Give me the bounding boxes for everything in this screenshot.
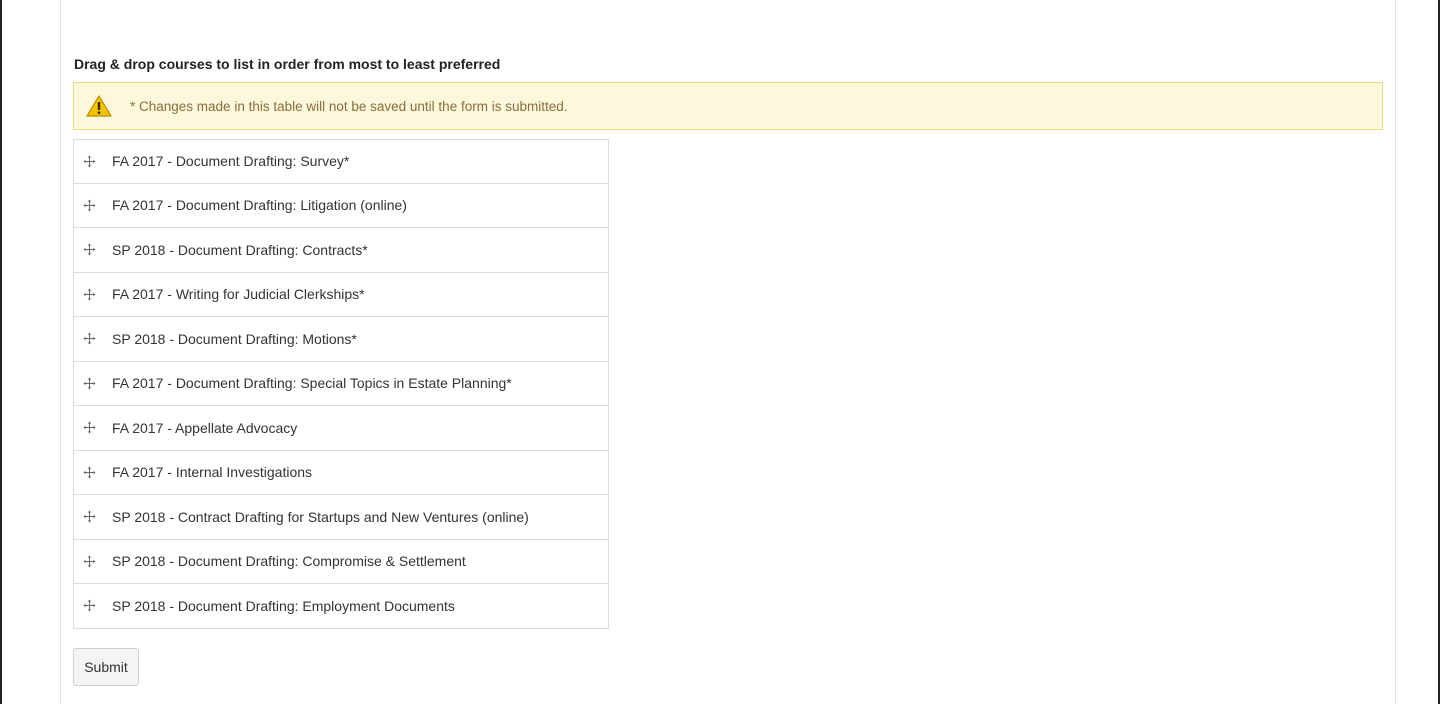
move-handle-icon[interactable] bbox=[83, 466, 96, 479]
list-item[interactable]: SP 2018 - Contract Drafting for Startups… bbox=[73, 495, 609, 540]
move-handle-icon[interactable] bbox=[83, 377, 96, 390]
course-label: SP 2018 - Contract Drafting for Startups… bbox=[112, 508, 529, 525]
move-handle-icon[interactable] bbox=[83, 421, 96, 434]
course-label: FA 2017 - Appellate Advocacy bbox=[112, 419, 298, 436]
list-item[interactable]: FA 2017 - Document Drafting: Special Top… bbox=[73, 361, 609, 406]
list-item[interactable]: FA 2017 - Writing for Judicial Clerkship… bbox=[73, 272, 609, 317]
course-label: FA 2017 - Document Drafting: Litigation … bbox=[112, 197, 407, 214]
move-handle-icon[interactable] bbox=[83, 332, 96, 345]
list-item[interactable]: SP 2018 - Document Drafting: Contracts* bbox=[73, 228, 609, 273]
list-item[interactable]: FA 2017 - Appellate Advocacy bbox=[73, 406, 609, 451]
window-frame: Drag & drop courses to list in order fro… bbox=[0, 0, 1440, 704]
move-handle-icon[interactable] bbox=[83, 555, 96, 568]
list-item[interactable]: FA 2017 - Document Drafting: Litigation … bbox=[73, 183, 609, 228]
course-label: FA 2017 - Internal Investigations bbox=[112, 464, 313, 481]
sortable-course-list: FA 2017 - Document Drafting: Survey* FA … bbox=[73, 139, 609, 629]
submit-button[interactable]: Submit bbox=[73, 648, 139, 686]
course-label: SP 2018 - Document Drafting: Compromise … bbox=[112, 553, 466, 570]
form-panel: Drag & drop courses to list in order fro… bbox=[60, 0, 1396, 704]
alert-message: * Changes made in this table will not be… bbox=[130, 98, 568, 114]
course-label: SP 2018 - Document Drafting: Contracts* bbox=[112, 241, 368, 258]
move-handle-icon[interactable] bbox=[83, 155, 96, 168]
list-item[interactable]: FA 2017 - Document Drafting: Survey* bbox=[73, 139, 609, 184]
course-label: SP 2018 - Document Drafting: Motions* bbox=[112, 330, 357, 347]
move-handle-icon[interactable] bbox=[83, 199, 96, 212]
list-item[interactable]: SP 2018 - Document Drafting: Compromise … bbox=[73, 539, 609, 584]
list-item[interactable]: SP 2018 - Document Drafting: Employment … bbox=[73, 584, 609, 629]
move-handle-icon[interactable] bbox=[83, 288, 96, 301]
move-handle-icon[interactable] bbox=[83, 510, 96, 523]
course-label: FA 2017 - Document Drafting: Special Top… bbox=[112, 375, 512, 392]
course-label: FA 2017 - Document Drafting: Survey* bbox=[112, 153, 350, 170]
move-handle-icon[interactable] bbox=[83, 599, 96, 612]
list-item[interactable]: SP 2018 - Document Drafting: Motions* bbox=[73, 317, 609, 362]
course-label: SP 2018 - Document Drafting: Employment … bbox=[112, 597, 455, 614]
course-label: FA 2017 - Writing for Judicial Clerkship… bbox=[112, 286, 365, 303]
move-handle-icon[interactable] bbox=[83, 243, 96, 256]
unsaved-changes-alert: * Changes made in this table will not be… bbox=[73, 82, 1383, 130]
list-item[interactable]: FA 2017 - Internal Investigations bbox=[73, 450, 609, 495]
instructions-heading: Drag & drop courses to list in order fro… bbox=[74, 56, 501, 72]
warning-icon bbox=[86, 95, 112, 117]
